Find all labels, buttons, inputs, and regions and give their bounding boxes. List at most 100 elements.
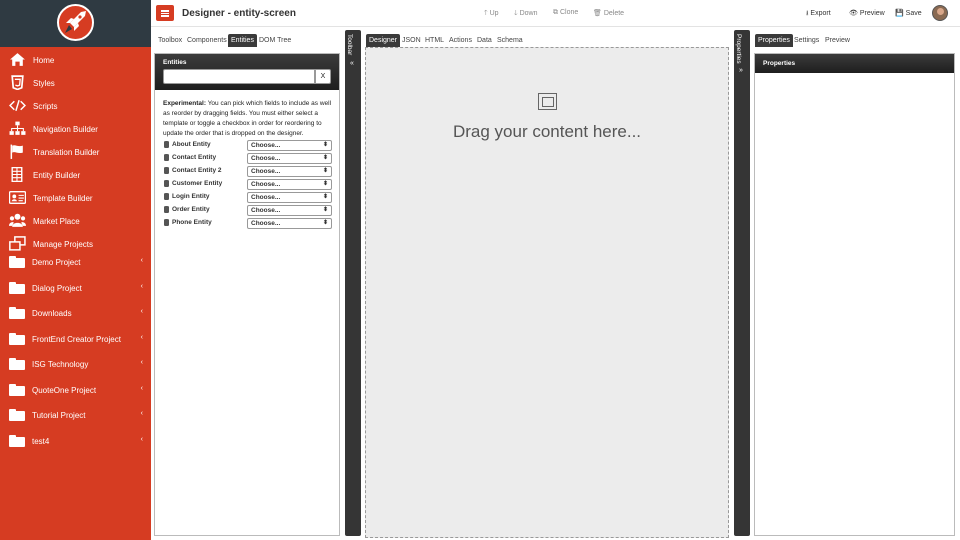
top-bar: Designer - entity-screen 🡑 Up 🡓 Down ⧉ C…	[151, 0, 960, 27]
entity-name: About Entity	[172, 141, 211, 148]
css3-icon	[11, 75, 24, 90]
nav-item-label: Template Builder	[33, 194, 93, 203]
nav-item-translation-builder[interactable]: Translation Builder	[0, 141, 151, 163]
sidebar-project-frontend-creator[interactable]: FrontEnd Creator Project ‹	[0, 328, 151, 350]
database-icon	[164, 193, 169, 200]
folder-icon	[9, 435, 25, 447]
select-arrows-icon: ⬍	[322, 207, 328, 213]
properties-collapse-bar[interactable]: Properties »	[734, 30, 750, 536]
eye-icon: 👁	[849, 10, 858, 17]
tab-designer[interactable]: Designer	[366, 34, 401, 47]
select-arrows-icon: ⬍	[322, 181, 328, 187]
nav-item-label: Scripts	[33, 102, 58, 111]
entities-panel-title: Entities	[163, 59, 187, 66]
database-icon	[164, 167, 169, 174]
folder-icon	[9, 409, 25, 421]
entity-template-select[interactable]: Choose... ⬍	[247, 192, 332, 203]
tab-json[interactable]: JSON	[399, 34, 424, 47]
export-icon: ⭳	[806, 10, 809, 17]
tab-components[interactable]: Components	[184, 34, 230, 47]
chevron-double-left-icon: «	[350, 60, 354, 67]
sidebar-project-quoteone[interactable]: QuoteOne Project ‹	[0, 379, 151, 401]
tab-properties[interactable]: Properties	[755, 34, 793, 47]
nav-item-market-place[interactable]: Market Place	[0, 210, 151, 232]
nav-item-home[interactable]: Home	[0, 49, 151, 71]
sidebar-project-downloads[interactable]: Downloads ‹	[0, 302, 151, 324]
avatar[interactable]	[932, 5, 948, 21]
tab-dom-tree[interactable]: DOM Tree	[256, 34, 294, 47]
clear-search-button[interactable]: X	[315, 69, 331, 84]
clone-button[interactable]: ⧉ Clone	[553, 9, 578, 17]
sidebar-project-test4[interactable]: test4 ‹	[0, 430, 151, 452]
nav-item-template-builder[interactable]: Template Builder	[0, 187, 151, 209]
project-label: Downloads	[32, 309, 72, 318]
rocket-logo[interactable]	[57, 4, 94, 41]
select-arrows-icon: ⬍	[322, 220, 328, 226]
code-icon	[9, 99, 26, 112]
folder-icon	[9, 333, 25, 345]
chevron-left-icon: ‹	[140, 410, 143, 417]
entity-row: Order Entity Choose... ⬍	[163, 205, 333, 217]
left-tab-bar: Toolbox Components Entities DOM Tree	[154, 34, 340, 47]
sidebar-project-tutorial[interactable]: Tutorial Project ‹	[0, 404, 151, 426]
entity-template-select[interactable]: Choose... ⬍	[247, 205, 332, 216]
nav-item-navigation-builder[interactable]: Navigation Builder	[0, 118, 151, 140]
select-arrows-icon: ⬍	[322, 155, 328, 161]
menu-button[interactable]	[156, 5, 174, 21]
entities-search-input[interactable]	[163, 69, 315, 84]
sidebar: Home Styles Scripts Navigation Builder T…	[0, 0, 151, 540]
entity-row: Phone Entity Choose... ⬍	[163, 218, 333, 230]
tab-toolbox[interactable]: Toolbox	[155, 34, 185, 47]
project-label: Demo Project	[32, 258, 81, 267]
properties-panel-title: Properties	[763, 60, 796, 67]
entity-template-select[interactable]: Choose... ⬍	[247, 166, 332, 177]
entity-name: Phone Entity	[172, 219, 212, 226]
export-button[interactable]: ⭳ Export	[806, 9, 831, 20]
entity-row: Contact Entity Choose... ⬍	[163, 153, 333, 165]
toolbar-collapse-bar[interactable]: Toolbar «	[345, 30, 361, 536]
chevron-left-icon: ‹	[140, 308, 143, 315]
chevron-double-right-icon: »	[739, 67, 743, 74]
entity-template-select[interactable]: Choose... ⬍	[247, 140, 332, 151]
preview-button[interactable]: 👁 Preview	[849, 9, 885, 17]
entity-template-select[interactable]: Choose... ⬍	[247, 179, 332, 190]
folder-icon	[9, 307, 25, 319]
nav-item-entity-builder[interactable]: Entity Builder	[0, 164, 151, 186]
up-button[interactable]: 🡑 Up	[484, 9, 499, 20]
drop-content-icon	[538, 93, 557, 110]
sidebar-project-dialog[interactable]: Dialog Project ‹	[0, 277, 151, 299]
save-button[interactable]: 💾 Save	[895, 9, 922, 17]
nav-item-label: Translation Builder	[33, 148, 100, 157]
project-label: test4	[32, 437, 50, 446]
save-icon: 💾	[895, 10, 904, 17]
drop-hint-text: Drag your content here...	[452, 122, 642, 141]
entities-panel-header: Entities X	[155, 54, 339, 90]
properties-panel-header: Properties	[755, 54, 954, 73]
tab-schema[interactable]: Schema	[494, 34, 526, 47]
tab-actions[interactable]: Actions	[446, 34, 475, 47]
tab-settings[interactable]: Settings	[791, 34, 822, 47]
nav-item-label: Entity Builder	[33, 171, 81, 180]
project-label: Dialog Project	[32, 284, 82, 293]
nav-item-scripts[interactable]: Scripts	[0, 95, 151, 117]
tab-data[interactable]: Data	[474, 34, 495, 47]
projects-icon	[9, 236, 26, 251]
down-button[interactable]: 🡓 Down	[514, 9, 538, 20]
nav-item-styles[interactable]: Styles	[0, 72, 151, 94]
designer-drop-zone[interactable]: Drag your content here...	[365, 47, 729, 538]
project-label: Tutorial Project	[32, 411, 86, 420]
tab-entities[interactable]: Entities	[228, 34, 257, 47]
folder-icon	[9, 256, 25, 268]
page-title: Designer - entity-screen	[182, 8, 296, 19]
delete-button[interactable]: 🗑 Delete	[593, 9, 624, 17]
tab-html[interactable]: HTML	[422, 34, 447, 47]
toolbar-bar-label: Toolbar	[346, 34, 353, 56]
nav-item-label: Home	[33, 56, 55, 65]
project-label: ISG Technology	[32, 360, 89, 369]
project-label: FrontEnd Creator Project	[32, 335, 121, 344]
sidebar-project-isg-technology[interactable]: ISG Technology ‹	[0, 353, 151, 375]
sidebar-project-demo[interactable]: Demo Project ‹	[0, 251, 151, 273]
tab-preview[interactable]: Preview	[822, 34, 853, 47]
entity-template-select[interactable]: Choose... ⬍	[247, 153, 332, 164]
entity-template-select[interactable]: Choose... ⬍	[247, 218, 332, 229]
